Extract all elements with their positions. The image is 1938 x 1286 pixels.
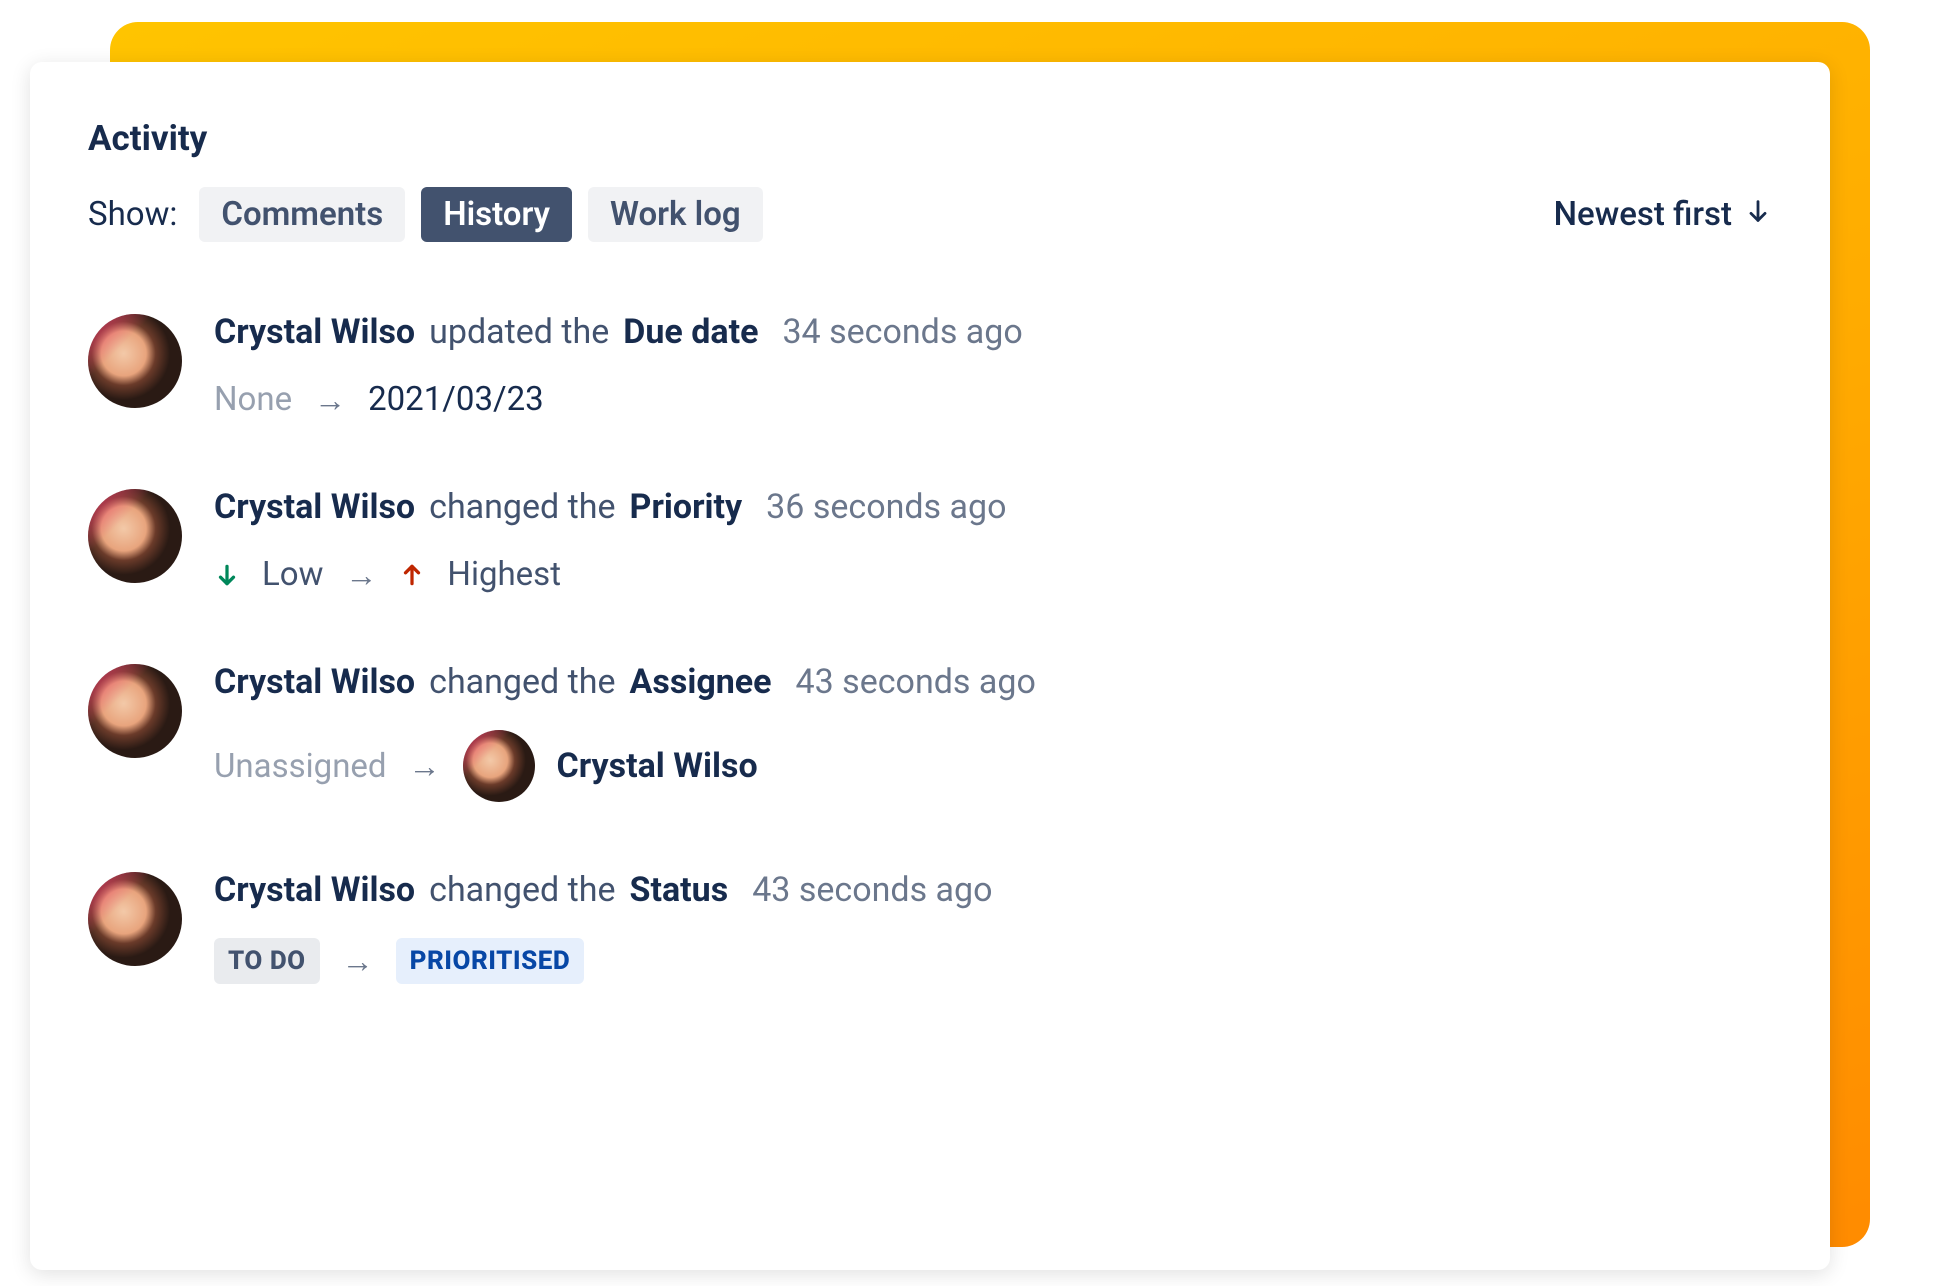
show-tabs-group: Show: Comments History Work log	[88, 187, 763, 242]
entry-headline: Crystal Wilso changed the Priority 36 se…	[214, 487, 1007, 527]
entry-timestamp: 34 seconds ago	[782, 312, 1022, 352]
arrow-right-icon: →	[409, 747, 441, 785]
change-row: None → 2021/03/23	[214, 380, 1023, 419]
entry-field: Status	[630, 870, 729, 910]
arrow-down-icon	[1744, 195, 1772, 234]
change-row: Unassigned → Crystal Wilso	[214, 730, 1036, 802]
entry-actor: Crystal Wilso	[214, 487, 415, 527]
entry-verb: changed the	[429, 487, 615, 527]
entry-verb: changed the	[429, 870, 615, 910]
history-entry: Crystal Wilso changed the Status 43 seco…	[88, 870, 1772, 984]
status-lozenge-from: TO DO	[214, 938, 320, 984]
entry-headline: Crystal Wilso changed the Status 43 seco…	[214, 870, 993, 910]
entry-verb: changed the	[429, 662, 615, 702]
show-label: Show:	[88, 195, 177, 234]
priority-highest-icon	[399, 562, 425, 588]
change-to: Highest	[447, 555, 561, 594]
entry-timestamp: 43 seconds ago	[752, 870, 992, 910]
entry-field: Due date	[623, 312, 758, 352]
section-title: Activity	[88, 118, 1772, 159]
entry-actor: Crystal Wilso	[214, 312, 415, 352]
activity-panel: Activity Show: Comments History Work log…	[30, 62, 1830, 1270]
history-entry: Crystal Wilso updated the Due date 34 se…	[88, 312, 1772, 419]
arrow-right-icon: →	[345, 556, 377, 594]
sort-label: Newest first	[1554, 195, 1732, 234]
change-row: Low → Highest	[214, 555, 1007, 594]
entry-actor: Crystal Wilso	[214, 870, 415, 910]
avatar	[88, 314, 182, 408]
entry-verb: updated the	[429, 312, 609, 352]
priority-low-icon	[214, 562, 240, 588]
history-entry: Crystal Wilso changed the Priority 36 se…	[88, 487, 1772, 594]
avatar	[88, 664, 182, 758]
entry-headline: Crystal Wilso updated the Due date 34 se…	[214, 312, 1023, 352]
avatar	[463, 730, 535, 802]
change-from: Unassigned	[214, 747, 387, 786]
avatar	[88, 872, 182, 966]
change-from: None	[214, 380, 292, 419]
entry-headline: Crystal Wilso changed the Assignee 43 se…	[214, 662, 1036, 702]
entry-actor: Crystal Wilso	[214, 662, 415, 702]
tab-history[interactable]: History	[421, 187, 572, 242]
avatar	[88, 489, 182, 583]
change-to: 2021/03/23	[368, 380, 544, 419]
change-from: Low	[262, 555, 323, 594]
entry-timestamp: 36 seconds ago	[766, 487, 1006, 527]
change-to: Crystal Wilso	[557, 746, 758, 786]
arrow-right-icon: →	[314, 381, 346, 419]
tab-worklog[interactable]: Work log	[588, 187, 763, 242]
sort-toggle[interactable]: Newest first	[1554, 195, 1772, 234]
entry-timestamp: 43 seconds ago	[796, 662, 1036, 702]
history-entry: Crystal Wilso changed the Assignee 43 se…	[88, 662, 1772, 802]
change-row: TO DO → PRIORITISED	[214, 938, 993, 984]
status-lozenge-to: PRIORITISED	[396, 938, 585, 984]
tab-comments[interactable]: Comments	[199, 187, 405, 242]
activity-controls: Show: Comments History Work log Newest f…	[88, 187, 1772, 242]
entry-field: Assignee	[630, 662, 772, 702]
entry-field: Priority	[630, 487, 743, 527]
arrow-right-icon: →	[342, 942, 374, 980]
assignee-chip: Crystal Wilso	[463, 730, 758, 802]
history-entries: Crystal Wilso updated the Due date 34 se…	[88, 312, 1772, 984]
